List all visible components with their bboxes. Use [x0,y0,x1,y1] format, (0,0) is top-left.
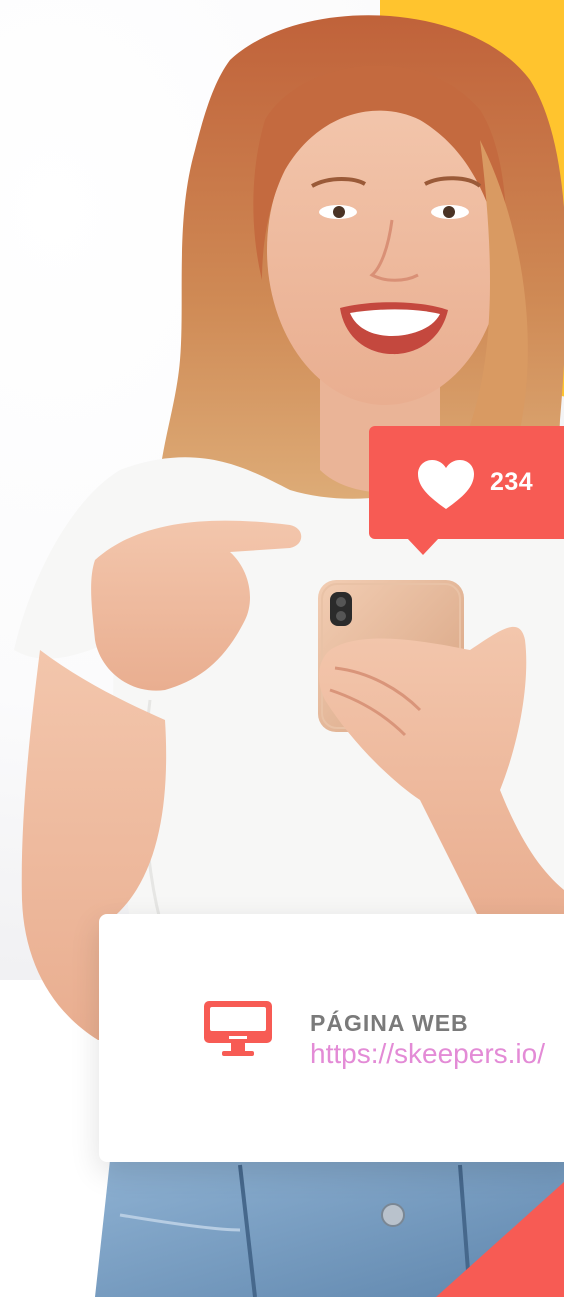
corner-accent [436,1182,564,1297]
heart-icon [418,460,474,509]
monitor-icon [204,1001,272,1056]
website-link[interactable]: https://skeepers.io/ [310,1038,545,1070]
promo-banner: 234 PÁGINA WEB https://skeepers.io/ [0,0,564,1297]
like-notification: 234 [369,426,564,555]
website-label: PÁGINA WEB [310,1010,469,1036]
like-count: 234 [490,468,534,496]
contact-info-card: PÁGINA WEB https://skeepers.io/ [99,914,564,1162]
